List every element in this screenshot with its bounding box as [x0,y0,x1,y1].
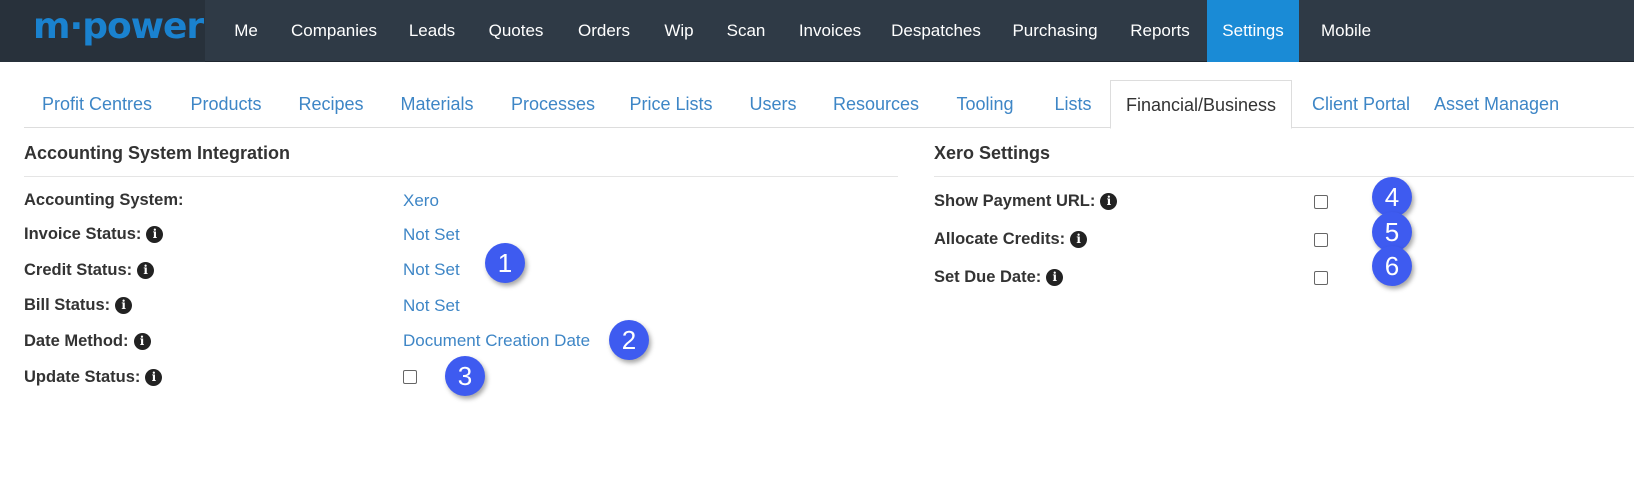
invoice-status-label-text: Invoice Status: [24,225,142,243]
xero-section-title: Xero Settings [934,143,1051,163]
tab-lists[interactable]: Lists [1038,80,1108,128]
tab-price-lists[interactable]: Price Lists [618,80,724,128]
credit-status-label: Credit Status: i [24,261,155,280]
info-circle-icon[interactable]: i [137,262,155,279]
nav-me[interactable]: Me [218,0,274,62]
set-due-date-checkbox[interactable] [1314,271,1328,285]
date-method-value[interactable]: Document Creation Date [403,331,590,351]
tab-processes[interactable]: Processes [498,80,608,128]
accounting-system-label-text: Accounting System: [24,191,184,209]
xero-divider [934,176,1634,177]
callout-1: 1 [485,243,525,283]
info-circle-icon[interactable]: i [115,297,133,314]
credit-status-label-text: Credit Status: [24,261,133,279]
accounting-system-label: Accounting System: [24,191,184,210]
nav-wip[interactable]: Wip [650,0,708,62]
logo-text: m·power [33,6,204,47]
nav-invoices[interactable]: Invoices [784,0,876,62]
bill-status-label-text: Bill Status: [24,296,111,314]
allocate-credits-checkbox[interactable] [1314,233,1328,247]
info-circle-icon[interactable]: i [1100,193,1118,210]
nav-quotes[interactable]: Quotes [474,0,558,62]
allocate-credits-label-text: Allocate Credits: [934,230,1066,248]
update-status-label-text: Update Status: [24,368,141,386]
tab-profit-centres[interactable]: Profit Centres [24,80,170,128]
nav-settings[interactable]: Settings [1207,0,1299,62]
invoice-status-value[interactable]: Not Set [403,225,460,245]
settings-tabs: Profit Centres Products Recipes Material… [24,80,1634,129]
callout-6: 6 [1372,246,1412,286]
tab-client-portal[interactable]: Client Portal [1300,80,1422,128]
set-due-date-label: Set Due Date: i [934,268,1064,287]
tab-recipes[interactable]: Recipes [286,80,376,128]
bill-status-label: Bill Status: i [24,296,133,315]
show-payment-url-label: Show Payment URL: i [934,192,1118,211]
callout-2: 2 [609,320,649,360]
mpower-logo[interactable]: m·power [0,0,205,62]
nav-orders[interactable]: Orders [564,0,644,62]
accounting-section-title: Accounting System Integration [24,143,291,163]
info-circle-icon[interactable]: i [1070,231,1088,248]
accounting-divider [24,176,898,177]
tab-tooling[interactable]: Tooling [942,80,1028,128]
show-payment-url-label-text: Show Payment URL: [934,192,1096,210]
nav-purchasing[interactable]: Purchasing [1000,0,1110,62]
nav-scan[interactable]: Scan [714,0,778,62]
show-payment-url-checkbox[interactable] [1314,195,1328,209]
info-circle-icon[interactable]: i [146,226,164,243]
top-nav-bar: m·power Me Companies Leads Quotes Orders… [0,0,1634,62]
callout-3: 3 [445,356,485,396]
info-circle-icon[interactable]: i [133,333,151,350]
credit-status-value[interactable]: Not Set [403,260,460,280]
accounting-system-value[interactable]: Xero [403,191,439,211]
callout-4: 4 [1372,177,1412,217]
info-circle-icon[interactable]: i [1046,269,1064,286]
nav-companies[interactable]: Companies [280,0,388,62]
tab-asset-management[interactable]: Asset Managen [1434,80,1634,128]
invoice-status-label: Invoice Status: i [24,225,164,244]
nav-leads[interactable]: Leads [396,0,468,62]
info-circle-icon[interactable]: i [145,369,163,386]
allocate-credits-label: Allocate Credits: i [934,230,1088,249]
date-method-label-text: Date Method: [24,332,129,350]
tab-financial-business[interactable]: Financial/Business [1110,80,1292,129]
date-method-label: Date Method: i [24,332,151,351]
nav-despatches[interactable]: Despatches [882,0,990,62]
nav-mobile[interactable]: Mobile [1306,0,1386,62]
tab-resources[interactable]: Resources [820,80,932,128]
tab-users[interactable]: Users [736,80,810,128]
nav-reports[interactable]: Reports [1116,0,1204,62]
update-status-checkbox[interactable] [403,370,417,384]
tab-products[interactable]: Products [176,80,276,128]
bill-status-value[interactable]: Not Set [403,296,460,316]
set-due-date-label-text: Set Due Date: [934,268,1042,286]
tab-materials[interactable]: Materials [386,80,488,128]
update-status-label: Update Status: i [24,368,163,387]
